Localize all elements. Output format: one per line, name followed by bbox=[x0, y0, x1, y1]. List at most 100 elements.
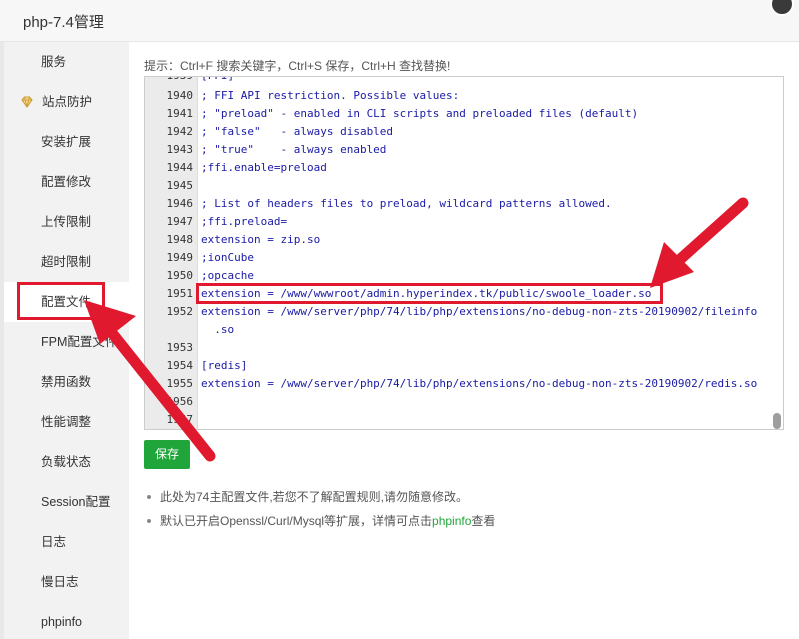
sidebar-item-site-protection[interactable]: 站点防护 bbox=[4, 82, 129, 122]
code-line-highlighted: 1951 extension = /www/wwwroot/admin.hyper… bbox=[145, 285, 773, 303]
sidebar-item-timeout-limit[interactable]: 超时限制 bbox=[4, 242, 129, 282]
line-number: 1941 bbox=[166, 107, 194, 120]
line-number: 1943 bbox=[166, 143, 194, 156]
code-text: [redis] bbox=[201, 359, 248, 372]
code-line: 1954 [redis] bbox=[145, 357, 773, 375]
sidebar-item-performance[interactable]: 性能调整 bbox=[4, 402, 129, 442]
sidebar-item-phpinfo[interactable]: phpinfo bbox=[4, 602, 129, 639]
sidebar-item-config-edit[interactable]: 配置修改 bbox=[4, 162, 129, 202]
line-number: 1939 bbox=[145, 77, 194, 85]
line-number: 1956 bbox=[166, 395, 194, 408]
code-line: 1957 bbox=[145, 411, 773, 429]
line-number: 1950 bbox=[166, 269, 194, 282]
config-editor[interactable]: 1939 [FFI] 1940 ; FFI API restriction. Pos… bbox=[144, 76, 784, 430]
line-number: 1954 bbox=[166, 359, 194, 372]
code-line: 1956 bbox=[145, 393, 773, 411]
shortcut-hint: 提示：Ctrl+F 搜索关键字，Ctrl+S 保存，Ctrl+H 查找替换! bbox=[144, 59, 451, 73]
line-number: 1952 bbox=[166, 305, 194, 318]
sidebar-item-label: FPM配置文件 bbox=[41, 335, 118, 349]
code-line: 1947 ;ffi.preload= bbox=[145, 213, 773, 231]
code-line: 1949 ;ionCube bbox=[145, 249, 773, 267]
line-number: 1955 bbox=[166, 377, 194, 390]
code-line: 1948 extension = zip.so bbox=[145, 231, 773, 249]
bullet-icon bbox=[147, 519, 151, 523]
code-line: 1939 [FFI] bbox=[145, 77, 773, 85]
sidebar-item-label: 超时限制 bbox=[41, 255, 92, 269]
code-line: 1955 extension = /www/server/php/74/lib/p… bbox=[145, 375, 773, 393]
note-item: 此处为74主配置文件,若您不了解配置规则,请勿随意修改。 bbox=[146, 490, 495, 514]
note-text: 默认已开启Openssl/Curl/Mysql等扩展，详情可点击 bbox=[160, 514, 433, 528]
line-number: 1940 bbox=[166, 89, 194, 102]
notes-list: 此处为74主配置文件,若您不了解配置规则,请勿随意修改。 默认已开启Openss… bbox=[146, 490, 495, 538]
sidebar: 服务 站点防护 安装扩展 配置修改 上传限制 超时限制 配置文件 FPM配置文件… bbox=[4, 42, 129, 639]
sidebar-item-label: Session配置 bbox=[41, 495, 111, 509]
sidebar-item-label: 服务 bbox=[41, 55, 67, 69]
editor-scrollbar[interactable] bbox=[773, 413, 781, 429]
code-line: 1943 ; "true" - always enabled bbox=[145, 141, 773, 159]
line-number: 1944 bbox=[166, 161, 194, 174]
code-line: 1942 ; "false" - always disabled bbox=[145, 123, 773, 141]
line-number: 1947 bbox=[166, 215, 194, 228]
sidebar-item-label: 站点防护 bbox=[42, 95, 93, 109]
sidebar-item-label: 负载状态 bbox=[41, 455, 92, 469]
sidebar-item-load-status[interactable]: 负载状态 bbox=[4, 442, 129, 482]
note-item: 默认已开启Openssl/Curl/Mysql等扩展，详情可点击phpinfo查… bbox=[146, 514, 495, 538]
sidebar-item-label: phpinfo bbox=[41, 615, 83, 629]
sidebar-item-slow-log[interactable]: 慢日志 bbox=[4, 562, 129, 602]
code-line: 1940 ; FFI API restriction. Possible valu… bbox=[145, 87, 773, 105]
window-title: php-7.4管理 bbox=[23, 14, 104, 31]
code-text: extension = zip.so bbox=[201, 233, 321, 246]
line-number: 1948 bbox=[166, 233, 194, 246]
sidebar-item-install-extensions[interactable]: 安装扩展 bbox=[4, 122, 129, 162]
code-line: 1944 ;ffi.enable=preload bbox=[145, 159, 773, 177]
sidebar-item-disabled-functions[interactable]: 禁用函数 bbox=[4, 362, 129, 402]
sidebar-item-log[interactable]: 日志 bbox=[4, 522, 129, 562]
line-number: 1957 bbox=[166, 413, 194, 426]
code-text: .so bbox=[201, 323, 235, 336]
line-number: 1946 bbox=[166, 197, 194, 210]
code-line: 1945 bbox=[145, 177, 773, 195]
bullet-icon bbox=[147, 495, 151, 499]
code-text: ;opcache bbox=[201, 269, 254, 282]
code-line: 1941 ; "preload" - enabled in CLI scripts… bbox=[145, 105, 773, 123]
line-number: 1951 bbox=[166, 287, 194, 300]
sidebar-item-session-config[interactable]: Session配置 bbox=[4, 482, 129, 522]
code-line: 1953 bbox=[145, 339, 773, 357]
code-text: ; "true" - always enabled bbox=[201, 143, 387, 156]
sidebar-item-upload-limit[interactable]: 上传限制 bbox=[4, 202, 129, 242]
code-text: ;ffi.preload= bbox=[201, 215, 288, 228]
sidebar-item-label: 禁用函数 bbox=[41, 375, 92, 389]
window-titlebar: php-7.4管理 bbox=[0, 0, 799, 42]
gem-icon bbox=[21, 96, 33, 108]
sidebar-item-label: 配置文件 bbox=[41, 295, 92, 309]
code-text: ;ffi.enable=preload bbox=[201, 161, 327, 174]
code-line: 1950 ;opcache bbox=[145, 267, 773, 285]
note-text: 此处为74主配置文件,若您不了解配置规则,请勿随意修改。 bbox=[160, 490, 469, 504]
sidebar-item-service[interactable]: 服务 bbox=[4, 42, 129, 82]
sidebar-item-label: 配置修改 bbox=[41, 175, 92, 189]
sidebar-item-label: 慢日志 bbox=[41, 575, 79, 589]
code-text: [FFI] bbox=[201, 77, 234, 85]
code-text: extension = /www/server/php/74/lib/php/e… bbox=[201, 377, 758, 390]
sidebar-item-fpm-config[interactable]: FPM配置文件 bbox=[4, 322, 129, 362]
code-text: ; FFI API restriction. Possible values: bbox=[201, 89, 460, 102]
sidebar-item-label: 安装扩展 bbox=[41, 135, 92, 149]
save-button[interactable]: 保存 bbox=[144, 440, 190, 469]
sidebar-item-config-file[interactable]: 配置文件 bbox=[4, 282, 129, 322]
code-text: ; "false" - always disabled bbox=[201, 125, 394, 138]
line-number: 1949 bbox=[166, 251, 194, 264]
code-text: extension = /www/wwwroot/admin.hyperinde… bbox=[201, 287, 652, 300]
code-text: ; List of headers files to preload, wild… bbox=[201, 197, 612, 210]
code-text: ; "preload" - enabled in CLI scripts and… bbox=[201, 107, 639, 120]
code-text: extension = /www/server/php/74/lib/php/e… bbox=[201, 305, 758, 318]
sidebar-item-label: 性能调整 bbox=[41, 415, 92, 429]
code-line: 1952 extension = /www/server/php/74/lib/p… bbox=[145, 303, 773, 321]
phpinfo-link[interactable]: phpinfo bbox=[432, 514, 471, 528]
line-number: 1945 bbox=[166, 179, 194, 192]
sidebar-item-label: 日志 bbox=[41, 535, 67, 549]
code-line: 1946 ; List of headers files to preload, … bbox=[145, 195, 773, 213]
code-text: ;ionCube bbox=[201, 251, 254, 264]
note-text-suffix: 查看 bbox=[471, 514, 496, 528]
line-number: 1953 bbox=[166, 341, 194, 354]
close-icon[interactable] bbox=[770, 0, 794, 16]
